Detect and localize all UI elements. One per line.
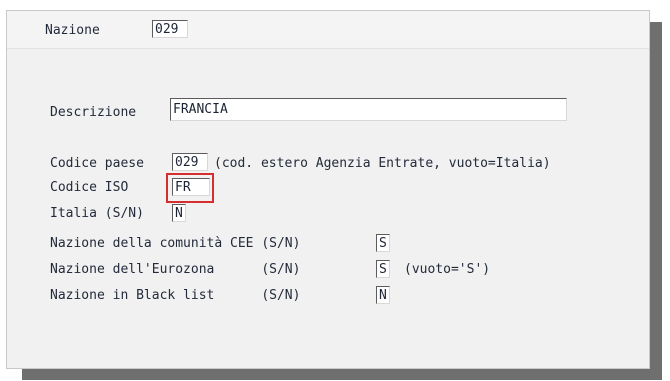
descrizione-field[interactable]: FRANCIA: [170, 98, 567, 121]
nazione-label: Nazione: [45, 23, 100, 38]
header-divider: [7, 48, 649, 49]
codice-iso-highlight: [166, 173, 214, 203]
codice-iso-label: Codice ISO: [50, 180, 129, 195]
italia-label: Italia (S/N): [50, 206, 144, 221]
eurozona-field[interactable]: S: [376, 260, 390, 278]
nazione-field[interactable]: 029: [152, 20, 188, 38]
comunita-cee-label: Nazione della comunità CEE (S/N): [50, 236, 301, 251]
codice-paese-note: (cod. estero Agenzia Entrate, vuoto=Ital…: [214, 156, 551, 171]
eurozona-note: (vuoto='S'): [404, 262, 491, 277]
black-list-field[interactable]: N: [376, 286, 390, 304]
italia-field[interactable]: N: [172, 204, 186, 222]
codice-paese-label: Codice paese: [50, 156, 144, 171]
header-section: [7, 11, 649, 48]
descrizione-label: Descrizione: [50, 105, 137, 120]
codice-paese-field[interactable]: 029: [172, 153, 208, 171]
comunita-cee-field[interactable]: S: [376, 234, 390, 252]
eurozona-label: Nazione dell'Eurozona (S/N): [50, 262, 301, 277]
black-list-label: Nazione in Black list (S/N): [50, 288, 301, 303]
